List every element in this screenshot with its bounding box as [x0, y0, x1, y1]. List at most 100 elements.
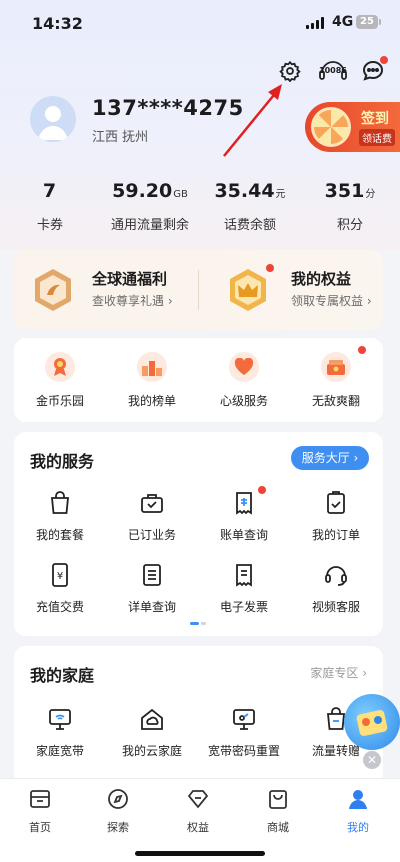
status-time: 14:32 [32, 14, 83, 33]
family-password-reset[interactable]: 宽带密码重置 [198, 706, 290, 759]
bag-icon [51, 491, 69, 514]
tab-home[interactable]: 首页 [10, 787, 70, 835]
service-my-orders[interactable]: 我的订单 [290, 490, 382, 543]
wifi-screen-icon [49, 709, 71, 730]
prize-wheel-icon [311, 107, 351, 147]
stat-value: 59.20 [112, 180, 173, 202]
close-icon[interactable]: ✕ [363, 751, 381, 769]
stat-value: 7 [42, 180, 57, 202]
stat-value: 351 [324, 180, 365, 202]
compass-icon [108, 789, 128, 809]
person-icon [349, 790, 367, 809]
welfare-card: 全球通福利 查收尊享礼遇 › 我的权益 领取专属权益 › [14, 250, 383, 330]
invoice-icon [236, 564, 252, 587]
service-icon-text: 10086 [319, 66, 347, 75]
headset-icon [325, 566, 347, 586]
welfare-title: 全球通福利 [92, 270, 168, 288]
signin-sub: 领话费 [359, 129, 395, 146]
family-zone-link[interactable]: 家庭专区 › [310, 664, 367, 681]
tab-explore[interactable]: 探索 [88, 787, 148, 835]
location: 江西 抚州 [92, 130, 149, 145]
page-indicator [190, 622, 206, 625]
podium-icon [137, 352, 167, 382]
service-subscribed[interactable]: 已订业务 [106, 490, 198, 543]
stat-balance[interactable]: 35.44元 话费余额 [200, 180, 300, 233]
service-label: 我的订单 [311, 528, 360, 542]
signal-icon [306, 17, 324, 29]
family-cloud-home[interactable]: 我的云家庭 [106, 706, 198, 759]
global-welfare[interactable]: 全球通福利 查收尊享礼遇 › [14, 250, 198, 330]
stat-data[interactable]: 59.20GB 通用流量剩余 [100, 180, 200, 233]
tab-label: 商城 [267, 821, 289, 834]
service-e-invoice[interactable]: 电子发票 [198, 562, 290, 615]
service-label: 详单查询 [127, 600, 176, 614]
service-label: 充值交费 [35, 600, 84, 614]
stat-value: 35.44 [214, 180, 275, 202]
battery-icon: 25 [356, 15, 381, 29]
bill-icon [236, 492, 252, 515]
gear-icon [279, 60, 301, 82]
stat-coupons[interactable]: 7 卡券 [0, 180, 100, 233]
service-label: 视频客服 [311, 600, 360, 614]
tab-label: 权益 [187, 821, 209, 834]
service-label: 已订业务 [127, 528, 176, 542]
stat-label: 积分 [336, 218, 363, 233]
home-indicator [135, 851, 265, 856]
shop-bag-icon [269, 790, 287, 809]
network-type: 4G [332, 14, 354, 30]
service-bill-query[interactable]: 账单查询 [198, 486, 290, 543]
service-detail-query[interactable]: 详单查询 [106, 562, 198, 615]
shortcut-label: 无敌爽翻 [311, 394, 360, 408]
stat-label: 通用流量剩余 [110, 218, 189, 233]
rights-title: 我的权益 [291, 270, 352, 288]
service-label: 电子发票 [219, 600, 268, 614]
stat-label: 话费余额 [223, 218, 276, 233]
tab-label: 首页 [29, 821, 51, 834]
customer-service-button[interactable]: 10086 [316, 56, 350, 86]
heart-icon [229, 352, 259, 382]
coin-icon [45, 352, 75, 382]
family-label: 我的云家庭 [121, 744, 182, 758]
service-my-plan[interactable]: 我的套餐 [14, 490, 106, 543]
home-icon [30, 790, 50, 808]
tab-rights[interactable]: 权益 [168, 787, 228, 835]
signin-banner[interactable]: 签到 领话费 [305, 102, 400, 152]
tab-label: 探索 [107, 821, 129, 834]
briefcase-icon [141, 494, 163, 513]
header-actions: 10086 [0, 56, 400, 88]
family-label: 家庭宽带 [35, 744, 84, 758]
section-title: 我的服务 [30, 452, 95, 471]
avatar[interactable] [30, 96, 76, 142]
status-bar: 14:32 4G 25 [0, 0, 400, 48]
shortcut-label: 金币乐园 [35, 394, 84, 408]
gift-icon [321, 352, 351, 382]
shortcuts-card: 金币乐园 我的榜单 心级服务 无敌爽翻 [14, 338, 383, 422]
stat-label: 卡券 [36, 218, 63, 233]
shortcut-wudi[interactable]: 无敌爽翻 [290, 346, 382, 409]
messages-button[interactable] [358, 56, 388, 86]
profile-section: 137****4275 江西 抚州 签到 领话费 [0, 92, 400, 162]
rights-badge [266, 264, 274, 272]
person-icon [38, 106, 68, 140]
tab-mine[interactable]: 我的 [328, 787, 388, 835]
service-video-support[interactable]: 视频客服 [290, 562, 382, 615]
message-badge [380, 56, 388, 64]
svg-text:¥: ¥ [57, 571, 63, 582]
bottom-tab-bar: 首页 探索 权益 商城 我的 [0, 778, 400, 862]
section-title: 我的家庭 [30, 666, 95, 685]
my-family-card: 我的家庭 家庭专区 › 家庭宽带 我的云家庭 宽带密码重置 流量转赠 [14, 646, 383, 786]
hexagon-badge-icon [35, 269, 71, 311]
shortcut-coin-park[interactable]: 金币乐园 [14, 352, 106, 409]
my-rights[interactable]: 我的权益 领取专属权益 › [199, 250, 383, 330]
key-screen-icon [233, 709, 255, 730]
account-stats: 7 卡券 59.20GB 通用流量剩余 35.44元 话费余额 351分 积分 [0, 180, 400, 240]
shortcut-heart-service[interactable]: 心级服务 [198, 352, 290, 409]
service-recharge[interactable]: ¥ 充值交费 [14, 562, 106, 615]
stat-points[interactable]: 351分 积分 [300, 180, 400, 233]
tab-shop[interactable]: 商城 [248, 787, 308, 835]
floating-promo[interactable] [344, 694, 400, 750]
family-broadband[interactable]: 家庭宽带 [14, 706, 106, 759]
shortcut-my-list[interactable]: 我的榜单 [106, 352, 198, 409]
family-label: 宽带密码重置 [207, 744, 280, 758]
service-hall-button[interactable]: 服务大厅 › [291, 446, 369, 470]
